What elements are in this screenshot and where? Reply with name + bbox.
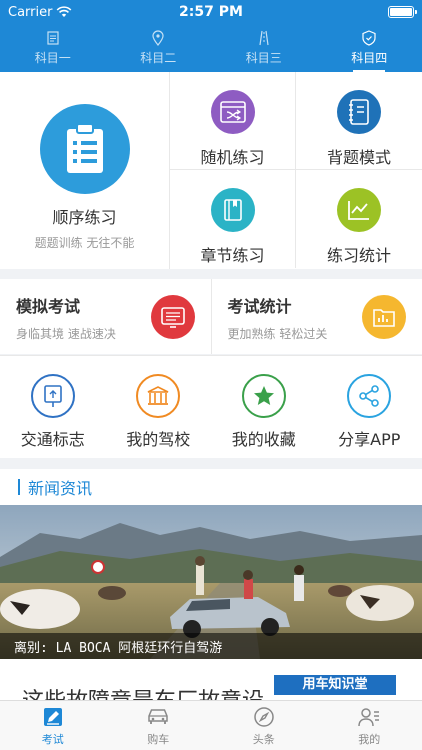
exam-panel: 模拟考试 身临其境 速战速决 考试统计 更加熟练 轻松过关 [0,279,422,354]
featured-news-card[interactable]: 离别: LA BOCA 阿根廷环行自驾游 [0,505,422,659]
share-app-label: 分享APP [338,430,401,449]
nav-profile[interactable]: 我的 [317,701,422,750]
tab-label: 科目四 [351,51,388,65]
tab-subject-1[interactable]: 科目一 [0,24,106,72]
recite-mode-icon-bg [337,90,381,134]
tab-label: 科目三 [245,51,282,65]
traffic-signs-label: 交通标志 [20,430,85,449]
location-pin-icon [152,30,164,46]
exam-pencil-icon [43,707,62,726]
nav-headlines[interactable]: 头条 [211,701,317,750]
nav-label: 购车 [147,732,170,746]
exam-stats-button[interactable]: 考试统计 更加熟练 轻松过关 [212,279,422,354]
nav-buy-car[interactable]: 购车 [106,701,212,750]
shield-icon [362,30,376,46]
practice-stats-icon-bg [337,188,381,232]
my-school-button[interactable]: 我的驾校 [106,356,212,458]
tools-panel: 交通标志 我的驾校 我的收藏 分享APP [0,355,422,458]
recite-mode-button[interactable]: 背题模式 [296,72,422,170]
school-building-icon [147,386,169,405]
practice-stats-button[interactable]: 练习统计 [296,170,422,268]
my-favorites-label: 我的收藏 [231,430,296,449]
tab-subject-4[interactable]: 科目四 [317,24,422,72]
share-app-icon-bg [347,374,392,418]
nav-label: 考试 [41,732,64,746]
share-icon [359,385,380,407]
road-icon [259,30,269,46]
my-favorites-button[interactable]: 我的收藏 [211,356,317,458]
status-bar: Carrier 2:57 PM [0,0,422,24]
tab-subject-2[interactable]: 科目二 [106,24,212,72]
clipboard-list-icon [66,123,103,173]
share-app-button[interactable]: 分享APP [317,356,422,458]
practice-stats-label: 练习统计 [326,246,391,265]
sequence-practice-title: 顺序练习 [52,208,117,227]
clock: 2:57 PM [179,4,243,20]
shuffle-icon [219,101,246,123]
recite-mode-label: 背题模式 [326,148,391,167]
featured-news-caption: 离别: LA BOCA 阿根廷环行自驾游 [0,633,422,659]
news-section-title: 新闻资讯 [28,479,93,498]
tab-subject-3[interactable]: 科目三 [211,24,317,72]
traffic-signs-icon-bg [30,374,75,418]
chapter-practice-label: 章节练习 [200,246,265,265]
tab-label: 科目二 [140,51,177,65]
my-school-icon-bg [136,374,181,418]
news-section-header: 新闻资讯 [0,469,422,505]
car-icon [148,708,168,724]
app-header: Carrier 2:57 PM 科目一 科目二 科目三 科目四 [0,0,422,72]
news-headline: 这些故障竟是车厂故意设 [22,683,264,700]
nav-label: 我的 [358,732,381,746]
practice-panel: 顺序练习 题题训练 无往不能 随机练习 背题模式 章节练习 练习统计 [0,72,422,269]
news-category-badge: 用车知识堂 [274,675,396,695]
random-practice-label: 随机练习 [200,148,265,167]
random-practice-icon-bg [210,90,255,134]
subject-tabs: 科目一 科目二 科目三 科目四 [0,24,422,72]
random-practice-button[interactable]: 随机练习 [170,72,296,170]
traffic-sign-icon [43,385,62,407]
nav-exam[interactable]: 考试 [0,701,106,750]
section-accent-bar [18,479,20,495]
chapter-practice-icon-bg [210,188,255,232]
book-icon [223,199,242,221]
sequence-practice-icon-bg [39,104,130,194]
tab-label: 科目一 [34,51,71,65]
traffic-signs-button[interactable]: 交通标志 [0,356,106,458]
bottom-nav: 考试 购车 头条 我的 [0,700,422,750]
my-school-label: 我的驾校 [126,430,191,449]
compass-icon [254,706,274,727]
exam-stats-icon-bg [362,295,406,339]
news-list-item[interactable]: 用车知识堂 这些故障竟是车厂故意设 [0,659,422,700]
nav-label: 头条 [252,732,275,746]
chapter-practice-button[interactable]: 章节练习 [170,170,296,268]
profile-icon [358,707,380,726]
monitor-list-icon [160,307,185,328]
notebook-icon [349,99,369,125]
document-icon [47,31,59,45]
star-icon [253,386,274,405]
mock-exam-button[interactable]: 模拟考试 身临其境 速战速决 [0,279,212,354]
battery-icon [388,6,417,18]
folder-chart-icon [373,309,395,327]
mock-exam-icon-bg [150,295,195,339]
sequence-practice-subtitle: 题题训练 无往不能 [34,236,135,250]
line-chart-icon [348,201,369,220]
sequence-practice-button[interactable]: 顺序练习 题题训练 无往不能 [0,72,170,269]
my-favorites-icon-bg [241,374,286,418]
